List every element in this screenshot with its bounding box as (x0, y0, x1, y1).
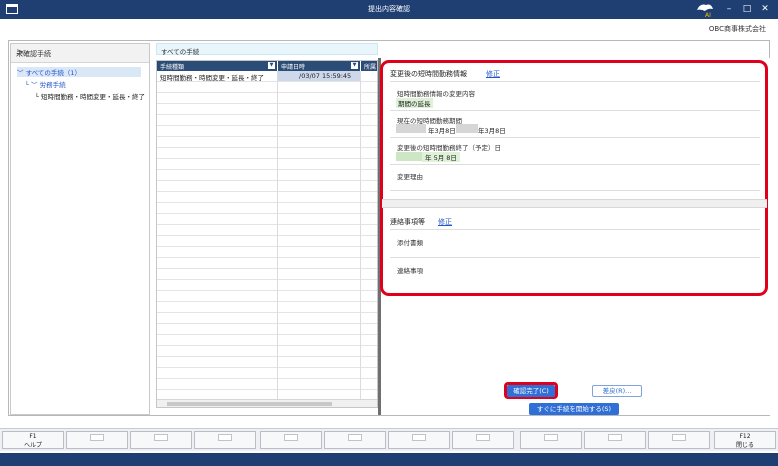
field-value: 年 5月 8日 (422, 152, 460, 162)
procedure-grid: 手続種類 ▼ 申請日時 ▼ 所属 短時間勤務・時間変更・延長・終了 /03/07… (156, 60, 378, 408)
masked-value (456, 124, 478, 133)
fkey-slot-icon (348, 434, 362, 441)
masked-value (396, 152, 422, 161)
fkey-slot-icon (608, 434, 622, 441)
divider (390, 257, 760, 258)
f12-close-button[interactable]: F12 閉じる (714, 431, 776, 449)
column-label: 手続種類 (160, 64, 185, 71)
column-header-date[interactable]: 申請日時 ▼ (278, 61, 360, 71)
scrollbar-thumb[interactable] (167, 402, 332, 406)
filter-icon[interactable]: ▼ (351, 62, 358, 69)
tree-item-short-time[interactable]: └ 短時間勤務・時間変更・延長・終了 (35, 91, 145, 101)
column-header-dept[interactable]: 所属 (361, 61, 377, 71)
tree-item-labor[interactable]: └ ﹀ 労務手続 (25, 79, 66, 89)
ai-logo-icon: AI (697, 4, 713, 18)
grid-rows (157, 71, 377, 401)
column-label: 所属 (364, 64, 377, 71)
field-label: 変更後の短時間勤務終了（予定）日 (397, 144, 501, 152)
divider (390, 164, 760, 165)
start-procedure-button[interactable]: すぐに手続を開始する(S) (529, 403, 619, 415)
procedure-list-header: すべての手続 (156, 43, 378, 56)
fkey-slot-icon (284, 434, 298, 441)
fkey-blank[interactable] (194, 431, 256, 449)
return-button[interactable]: 差戻(R)... (592, 385, 642, 397)
fkey-number: F12 (739, 433, 751, 440)
section-title-contact: 連絡事項等 (390, 218, 425, 226)
edit-link-short-time[interactable]: 修正 (486, 69, 500, 79)
fkey-slot-icon (412, 434, 426, 441)
edit-link-contact[interactable]: 修正 (438, 217, 452, 227)
collapse-panel-icon[interactable]: > (16, 47, 143, 58)
fkey-slot-icon (90, 434, 104, 441)
tree-item-label: すべての手続（1） (25, 69, 81, 77)
fkey-blank[interactable] (260, 431, 322, 449)
tree-item-label: 短時間勤務・時間変更・延長・終了 (41, 93, 145, 101)
fkey-slot-icon (476, 434, 490, 441)
unconfirmed-panel-header: 未確認手続 > (11, 44, 149, 63)
cell-date: /03/07 15:59:45 (299, 72, 352, 80)
fkey-blank[interactable] (520, 431, 582, 449)
maximize-button[interactable]: □ (740, 3, 754, 16)
field-value-end: 年3月8日 (478, 127, 506, 135)
horizontal-scrollbar[interactable] (157, 399, 377, 407)
close-window-button[interactable]: ✕ (758, 3, 772, 16)
fkey-slot-icon (544, 434, 558, 441)
section-separator (382, 199, 767, 208)
fkey-label: 閉じる (735, 442, 754, 449)
field-label: 連絡事項 (397, 267, 423, 275)
fkey-blank[interactable] (648, 431, 710, 449)
fkey-blank[interactable] (324, 431, 386, 449)
field-value: 期間の延長 (396, 98, 433, 108)
field-label: 添付書類 (397, 239, 423, 247)
fkey-blank[interactable] (66, 431, 128, 449)
divider (390, 190, 760, 191)
tree-branch-icon: └ (35, 93, 39, 101)
expand-icon[interactable]: ﹀ (17, 69, 24, 77)
window-title: 提出内容確認 (368, 5, 410, 13)
column-divider (360, 71, 361, 401)
divider (390, 81, 760, 82)
field-label: 変更理由 (397, 173, 423, 181)
f1-help-button[interactable]: F1 ヘルプ (2, 431, 64, 449)
status-bar (0, 453, 778, 466)
divider (390, 137, 760, 138)
fkey-blank[interactable] (584, 431, 646, 449)
field-label: 短時間勤務情報の変更内容 (397, 90, 475, 98)
divider (390, 229, 760, 230)
svg-text:AI: AI (705, 12, 711, 18)
masked-value (396, 124, 426, 133)
fkey-blank[interactable] (130, 431, 192, 449)
column-label: 申請日時 (281, 64, 306, 71)
tree-item-all[interactable]: ﹀ すべての手続（1） (17, 67, 141, 77)
table-row[interactable]: 短時間勤務・時間変更・延長・終了 /03/07 15:59:45 (157, 71, 377, 82)
filter-icon[interactable]: ▼ (268, 62, 275, 69)
fkey-number: F1 (29, 433, 37, 440)
unconfirmed-panel: 未確認手続 > ﹀ すべての手続（1） └ ﹀ 労務手続 └ 短時間勤務・時間変… (10, 43, 150, 415)
title-bar: 提出内容確認 AI – □ ✕ (0, 0, 778, 19)
minimize-button[interactable]: – (722, 3, 736, 16)
tree-branch-icon: └ (25, 81, 29, 89)
fkey-slot-icon (672, 434, 686, 441)
column-header-type[interactable]: 手続種類 ▼ (157, 61, 277, 71)
divider (390, 110, 760, 111)
column-divider (277, 71, 278, 401)
company-name: OBC商事株式会社 (708, 25, 766, 33)
tree-item-label: 労務手続 (39, 81, 66, 89)
section-title-short-time: 変更後の短時間勤務情報 (390, 70, 467, 78)
confirm-button[interactable]: 確認完了(C) (507, 385, 555, 397)
procedure-list-panel: すべての手続 手続種類 ▼ 申請日時 ▼ 所属 短時間勤務・時間変更・延長・終了… (156, 43, 378, 415)
fkey-slot-icon (218, 434, 232, 441)
expand-icon[interactable]: ﹀ (31, 81, 38, 89)
cell-type: 短時間勤務・時間変更・延長・終了 (160, 74, 264, 82)
fkey-blank[interactable] (388, 431, 450, 449)
fkey-slot-icon (154, 434, 168, 441)
fkey-blank[interactable] (452, 431, 514, 449)
fkey-label: ヘルプ (23, 442, 42, 449)
